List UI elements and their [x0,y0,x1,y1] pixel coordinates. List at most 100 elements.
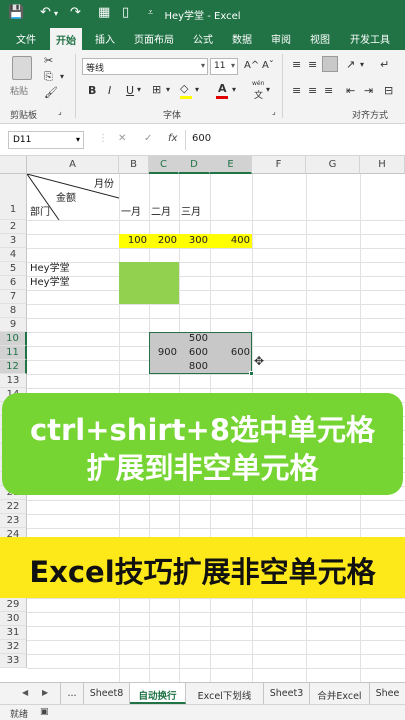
row-header-9[interactable]: 9 [0,318,27,332]
formula-input[interactable]: 600 [192,133,211,144]
fill-handle[interactable] [249,371,254,376]
column-header-g[interactable]: G [306,156,360,174]
align-left-icon[interactable]: ≡ [292,84,301,97]
fx-icon[interactable]: fx [168,133,177,144]
grow-font-icon[interactable]: A^ [244,60,259,71]
cell-d10[interactable]: 500 [179,332,210,346]
align-middle-icon[interactable]: ≡ [308,58,317,71]
tab-page-layout[interactable]: 页面布局 [134,31,174,46]
copy-dropdown-icon[interactable]: ▾ [60,72,64,81]
more-options-icon[interactable]: ⋮ [98,133,108,144]
fill-dropdown-icon[interactable]: ▾ [195,85,199,94]
tab-home[interactable]: 开始 [50,28,82,50]
row-header-23[interactable]: 23 [0,514,27,528]
row-header-32[interactable]: 32 [0,640,27,654]
increase-indent-icon[interactable]: ⇥ [364,84,373,97]
select-all-corner[interactable] [0,156,27,174]
border-icon[interactable]: ⊞ [152,83,161,96]
align-right-icon[interactable]: ≡ [324,84,333,97]
orientation-dropdown-icon[interactable]: ▾ [360,60,364,69]
underline-dropdown-icon[interactable]: ▾ [137,85,141,94]
row-header-2[interactable]: 2 [0,220,27,234]
macro-record-icon[interactable]: ▣ [40,707,49,717]
font-name-select[interactable]: 等线 ▾ [82,58,208,75]
tab-insert[interactable]: 插入 [95,31,115,46]
row-header-29[interactable]: 29 [0,598,27,612]
sheet-tab-auto-wrap[interactable]: 自动换行 [130,683,186,704]
tab-developer[interactable]: 开发工具 [350,31,390,46]
border-dropdown-icon[interactable]: ▾ [166,85,170,94]
sheet-tab-excel-underline[interactable]: Excel下划线 [186,683,264,704]
merge-center-icon[interactable]: ⊟ [384,84,393,97]
column-header-h[interactable]: H [360,156,405,174]
cell-c3[interactable]: 200 [149,234,179,248]
row-header-7[interactable]: 7 [0,290,27,304]
tab-formulas[interactable]: 公式 [193,31,213,46]
font-launcher-icon[interactable]: ⌟ [272,107,276,116]
enter-icon[interactable]: ✓ [144,133,152,144]
phonetic-dropdown-icon[interactable]: ▾ [266,85,270,94]
align-center-icon[interactable]: ≡ [308,84,317,97]
sheet-tab-sheet8[interactable]: Sheet8 [84,683,130,704]
tab-file[interactable]: 文件 [16,31,36,46]
copy-icon[interactable]: ⎘ [44,70,53,84]
shrink-font-icon[interactable]: Aˇ [262,60,274,71]
column-header-a[interactable]: A [27,156,119,174]
phonetic-icon[interactable]: wén [252,80,264,87]
row-header-10[interactable]: 10 [0,332,27,346]
row-header-13[interactable]: 13 [0,374,27,388]
row-header-11[interactable]: 11 [0,346,27,360]
underline-button[interactable]: U [126,84,134,97]
sheet-tab-more[interactable]: ... [60,683,84,704]
decrease-indent-icon[interactable]: ⇤ [346,84,355,97]
row-header-4[interactable]: 4 [0,248,27,262]
font-size-select[interactable]: 11 ▾ [210,58,238,75]
row-header-6[interactable]: 6 [0,276,27,290]
tab-data[interactable]: 数据 [232,31,252,46]
cell-c11[interactable]: 900 [149,346,179,360]
sheet-tab-sheet3[interactable]: Sheet3 [264,683,310,704]
bold-button[interactable]: B [88,84,96,97]
cell-c1[interactable]: 二月 [151,206,171,220]
row-header-3[interactable]: 3 [0,234,27,248]
font-color-dropdown-icon[interactable]: ▾ [232,85,236,94]
column-header-e[interactable]: E [210,156,252,174]
cell-d12[interactable]: 800 [179,360,210,374]
clipboard-launcher-icon[interactable]: ⌟ [58,107,62,116]
row-header-8[interactable]: 8 [0,304,27,318]
cell-a6[interactable]: Hey学堂 [30,276,70,290]
cell-a5[interactable]: Hey学堂 [30,262,70,276]
orientation-icon[interactable]: ↗ [346,58,355,71]
cell-d3[interactable]: 300 [179,234,210,248]
cancel-icon[interactable]: ✕ [118,133,126,144]
column-header-f[interactable]: F [252,156,306,174]
sheet-tab-partial[interactable]: Shee [370,683,405,704]
font-color-button[interactable]: A [218,82,227,95]
row-header-31[interactable]: 31 [0,626,27,640]
fill-color-icon[interactable]: ◇ [180,82,188,95]
align-top-icon[interactable]: ≡ [292,58,301,71]
column-header-b[interactable]: B [119,156,149,174]
format-painter-icon[interactable]: 🖌 [44,86,58,99]
cell-e11[interactable]: 600 [210,346,252,360]
row-header-1[interactable]: 1 [0,174,27,220]
italic-button[interactable]: I [108,84,111,97]
cell-e3[interactable]: 400 [210,234,252,248]
cell-d11[interactable]: 600 [179,346,210,360]
cell-b1[interactable]: 一月 [121,206,141,220]
wrap-text-icon[interactable]: ↵ [380,58,389,71]
align-bottom-icon[interactable] [322,56,338,72]
row-header-12[interactable]: 12 [0,360,27,374]
row-header-30[interactable]: 30 [0,612,27,626]
column-header-d[interactable]: D [179,156,210,174]
row-header-5[interactable]: 5 [0,262,27,276]
paste-button[interactable]: 粘贴 [8,54,36,100]
cell-d1[interactable]: 三月 [181,206,201,220]
column-header-c[interactable]: C [149,156,179,174]
sheet-tab-merge-excel[interactable]: 合并Excel [310,683,370,704]
cut-icon[interactable]: ✂ [44,54,53,67]
cell-b3[interactable]: 100 [119,234,149,248]
row-header-33[interactable]: 33 [0,654,27,668]
name-box[interactable]: D11 ▾ [8,131,84,149]
next-sheet-icon[interactable]: ▶ [42,688,48,697]
